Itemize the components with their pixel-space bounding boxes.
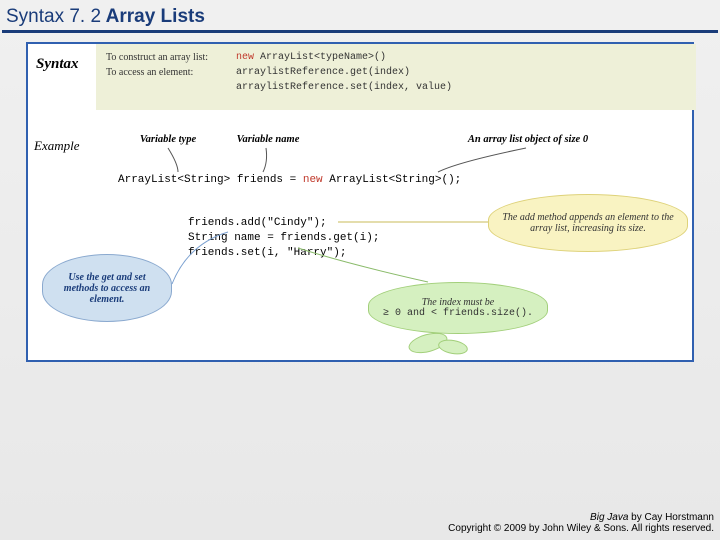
syntax-row: To construct an array list: new ArrayLis… [106,52,686,63]
syntax-row-code: arraylistReference.get(index) [236,67,410,78]
memo-index-range: The index must be ≥ 0 and < friends.size… [368,282,548,334]
syntax-row-label [106,82,236,93]
syntax-row-label: To construct an array list: [106,52,236,63]
memo-green-code: ≥ 0 and < friends.size(). [383,308,533,319]
declaration-code: ArrayList<String> friends = new ArrayLis… [118,174,461,186]
syntax-row-code: arraylistReference.set(index, value) [236,82,452,93]
decorative-leaf-icon [437,338,469,357]
annotation-variable-type: Variable type [128,134,208,145]
memo-green-text: The index must be [383,297,533,308]
syntax-row-code: new ArrayList<typeName>() [236,52,386,63]
syntax-band: To construct an array list: new ArrayLis… [96,44,696,110]
title-prefix: Syntax 7. 2 [6,6,101,27]
example-code-block: friends.add("Cindy"); String name = frie… [188,216,379,261]
syntax-row-label: To access an element: [106,67,236,78]
slide-footer: Big Java by Cay Horstmann Copyright © 20… [448,512,714,534]
annotation-object-size-zero: An array list object of size 0 [448,134,608,145]
footer-author: by Cay Horstmann [628,512,714,523]
memo-use-get-set: Use the get and set methods to access an… [42,254,172,322]
memo-add-method: The add method appends an element to the… [488,194,688,252]
footer-book-title: Big Java [590,512,628,523]
syntax-row: To access an element: arraylistReference… [106,67,686,78]
syntax-heading: Syntax [36,56,79,73]
example-heading: Example [34,138,79,154]
syntax-diagram: Syntax To construct an array list: new A… [26,42,694,362]
annotation-variable-name: Variable name [228,134,308,145]
slide-title: Syntax 7. 2 Array Lists [0,0,720,30]
title-main: Array Lists [101,6,205,27]
footer-copyright: Copyright © 2009 by John Wiley & Sons. A… [448,523,714,534]
syntax-row: arraylistReference.set(index, value) [106,82,686,93]
title-underline [2,30,718,33]
